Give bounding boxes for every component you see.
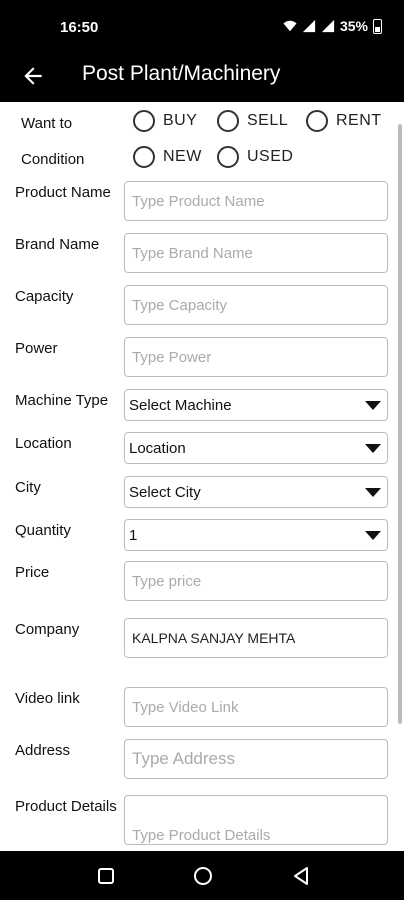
radio-used-label: USED [247,148,294,165]
video-link-label: Video link [15,690,80,707]
product-name-input[interactable]: Type Product Name [124,181,388,221]
price-label: Price [15,564,50,581]
video-link-input[interactable]: Type Video Link [124,687,388,727]
radio-buy-label: BUY [163,112,198,129]
location-value: Location [129,439,186,457]
battery-icon [373,18,382,34]
radio-circle-icon [133,110,155,132]
power-input[interactable]: Type Power [124,337,388,377]
back-arrow-icon[interactable] [20,63,46,89]
status-icons: 35% [283,18,382,34]
wifi-icon [283,20,297,32]
company-input[interactable]: KALPNA SANJAY MEHTA [124,618,388,658]
signal-icon-2 [321,19,335,33]
location-label: Location [15,435,72,452]
company-label: Company [15,621,80,638]
capacity-input[interactable]: Type Capacity [124,285,388,325]
back-nav-icon[interactable] [290,865,312,887]
battery-percent: 35% [339,18,368,34]
city-value: Select City [129,483,201,501]
radio-used[interactable]: USED [217,146,293,168]
radio-new[interactable]: NEW [133,146,202,168]
status-bar: 16:50 35% [0,0,404,52]
radio-circle-icon [306,110,328,132]
radio-new-label: NEW [163,148,202,165]
scrollbar[interactable] [398,124,402,724]
quantity-select[interactable]: 1 [124,519,388,551]
recent-apps-icon[interactable] [95,865,117,887]
status-time: 16:50 [60,19,99,36]
radio-sell-label: SELL [247,112,289,129]
dropdown-arrow-icon [365,531,381,540]
machine-type-select[interactable]: Select Machine [124,389,388,421]
post-form: Want to BUY SELL RENT Condition NEW USED… [0,102,404,851]
condition-row: Condition NEW USED [0,146,404,172]
radio-circle-icon [133,146,155,168]
system-nav-bar [0,851,404,900]
city-select[interactable]: Select City [124,476,388,508]
address-label: Address [15,742,71,759]
dropdown-arrow-icon [365,401,381,410]
product-details-input[interactable]: Type Product Details [124,795,388,845]
capacity-label: Capacity [15,288,74,305]
city-label: City [15,479,41,496]
radio-sell[interactable]: SELL [217,110,288,132]
radio-circle-icon [217,110,239,132]
product-details-label: Product Details [15,798,117,815]
dropdown-arrow-icon [365,444,381,453]
condition-label: Condition [21,151,85,168]
radio-rent-label: RENT [336,112,382,129]
machine-type-value: Select Machine [129,396,232,414]
quantity-label: Quantity [15,522,71,539]
radio-rent[interactable]: RENT [306,110,382,132]
product-name-label: Product Name [15,184,111,201]
brand-name-input[interactable]: Type Brand Name [124,233,388,273]
app-bar: Post Plant/Machinery [0,52,404,102]
page-title: Post Plant/Machinery [82,62,281,85]
quantity-value: 1 [129,526,138,544]
want-to-label: Want to [21,115,73,132]
power-label: Power [15,340,58,357]
machine-type-label: Machine Type [15,392,109,409]
location-select[interactable]: Location [124,432,388,464]
dropdown-arrow-icon [365,488,381,497]
brand-name-label: Brand Name [15,236,100,253]
signal-icon [302,19,316,33]
radio-buy[interactable]: BUY [133,110,197,132]
home-icon[interactable] [192,865,214,887]
want-to-row: Want to BUY SELL RENT [0,110,404,136]
radio-circle-icon [217,146,239,168]
price-input[interactable]: Type price [124,561,388,601]
address-input[interactable]: Type Address [124,739,388,779]
